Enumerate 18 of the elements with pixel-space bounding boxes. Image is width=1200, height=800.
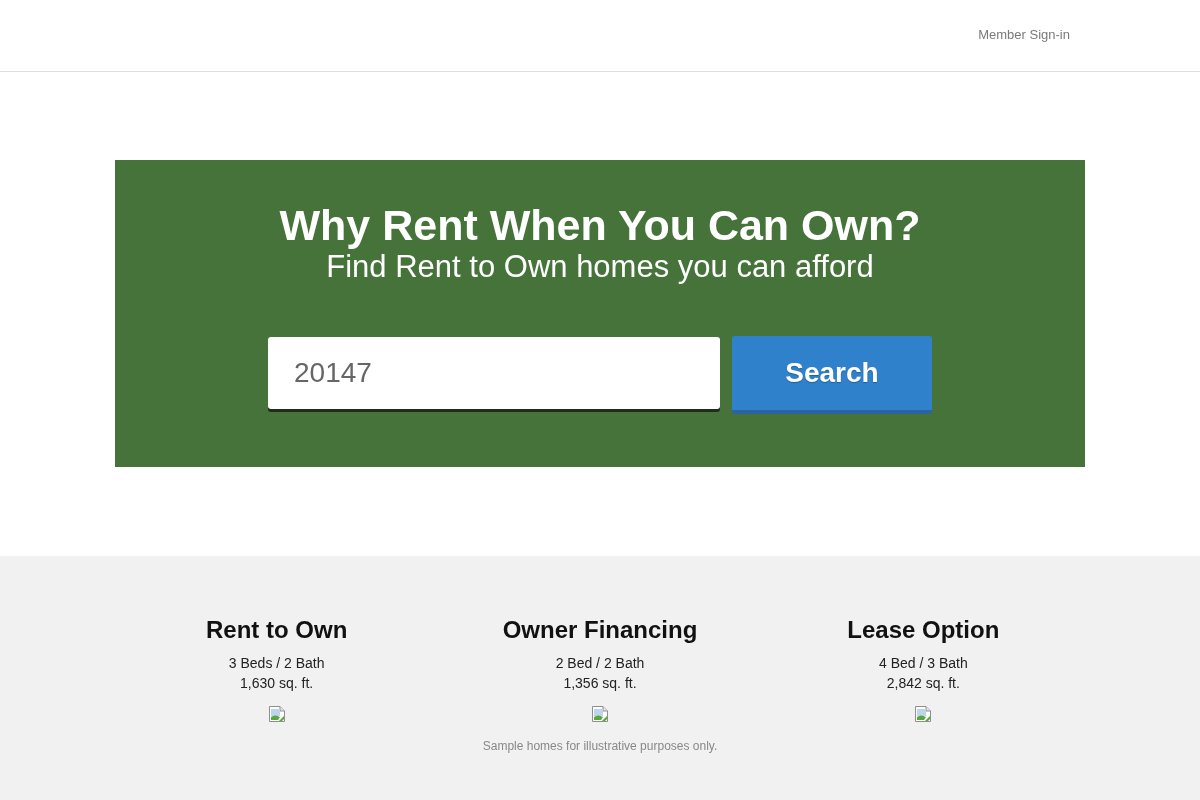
listing-area: 2,842 sq. ft.	[886, 673, 960, 693]
broken-image-icon	[268, 706, 285, 722]
listing-rooms: 3 Beds / 2 Bath	[228, 654, 325, 673]
listing-area: 1,630 sq. ft.	[240, 673, 314, 693]
listing-title: Lease Option	[847, 615, 1000, 645]
broken-image-icon	[915, 706, 932, 722]
listing-title: Owner Financing	[502, 615, 698, 645]
listing-title: Rent to Own	[206, 615, 348, 645]
zip-code-input[interactable]: 20147	[268, 337, 720, 409]
member-sign-in-link[interactable]: Member Sign-in	[978, 27, 1070, 42]
hero-title: Why Rent When You Can Own?	[279, 200, 921, 250]
hero-subtitle: Find Rent to Own homes you can afford	[326, 250, 874, 284]
listing-rooms: 4 Bed / 3 Bath	[878, 654, 968, 673]
broken-image-icon	[592, 706, 608, 722]
listing-area: 1,356 sq. ft.	[563, 673, 637, 693]
search-button[interactable]: Search	[732, 336, 932, 414]
disclaimer-text: Sample homes for illustrative purposes only.	[482, 738, 718, 754]
listing-rooms: 2 Bed / 2 Bath	[555, 654, 645, 673]
